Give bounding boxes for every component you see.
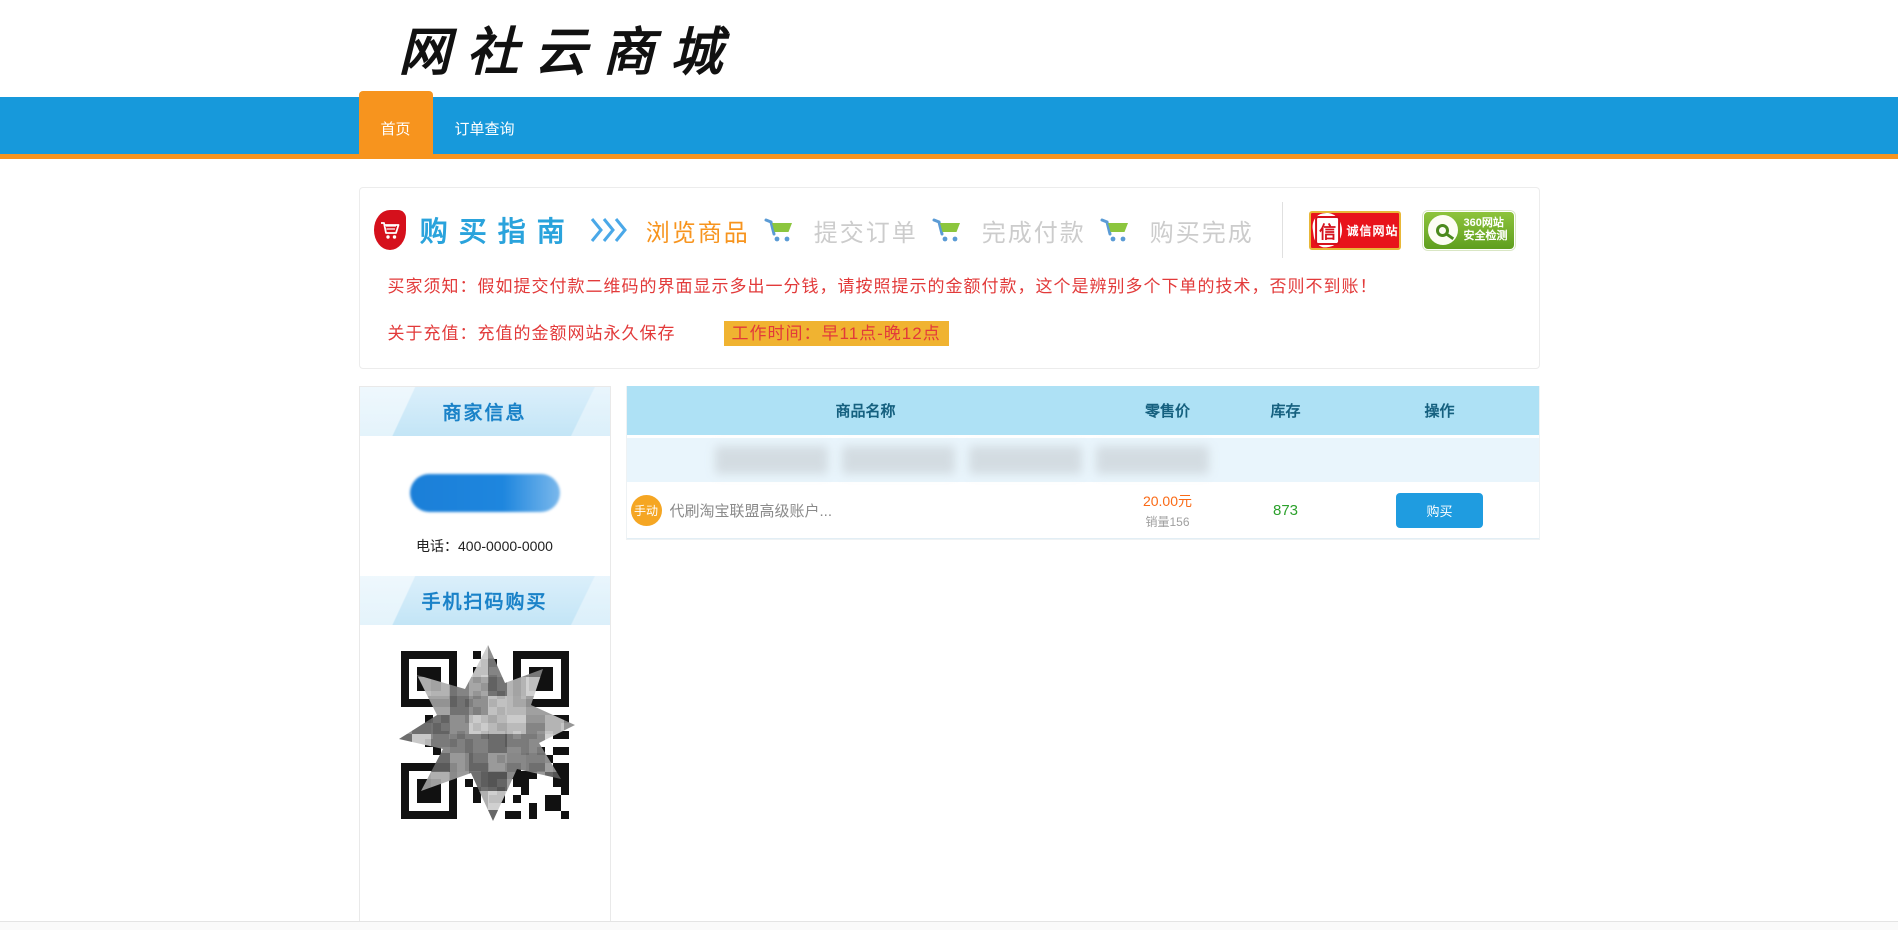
nav-tab-home[interactable]: 首页 <box>358 91 433 159</box>
site-logo: 网社云商城 <box>398 22 739 83</box>
divider <box>1281 202 1283 258</box>
product-sales: 销量156 <box>1145 514 1190 529</box>
chevrons-icon <box>590 217 630 243</box>
header-action: 操作 <box>1424 403 1455 420</box>
nav-tab-order-query[interactable]: 订单查询 <box>433 97 537 159</box>
integrity-icon: 信 <box>1310 212 1344 248</box>
safety-check-badge[interactable]: 360网站 安全检测 <box>1422 210 1515 250</box>
cart-step-icon <box>764 216 798 244</box>
buyer-notice: 买家须知：假如提交付款二维码的界面显示多出一分钱，请按照提示的金额付款，这个是辨… <box>387 277 1378 296</box>
buy-button[interactable]: 购买 <box>1396 492 1483 528</box>
table-row: 手动 代刷淘宝联盟高级账户... 20.00元 销量156 873 购买 <box>626 482 1539 539</box>
work-hours-highlight: 工作时间：早11点-晚12点 <box>723 321 949 346</box>
magnifier-icon <box>1427 215 1458 245</box>
guide-step-complete: 购买完成 <box>1149 219 1254 247</box>
table-header-row: 商品名称 零售价 库存 操作 <box>626 386 1539 435</box>
cart-badge-icon <box>373 210 406 250</box>
contact-qq-button[interactable] <box>409 474 560 512</box>
site-header: 网社云商城 <box>0 0 1898 97</box>
page-footer <box>0 921 1898 930</box>
guide-step-browse: 浏览商品 <box>645 219 750 247</box>
cart-step-icon <box>1100 216 1134 244</box>
header-retail-price: 零售价 <box>1144 403 1190 420</box>
recharge-notice: 关于充值：充值的金额网站永久保存 工作时间：早11点-晚12点 <box>388 319 1515 346</box>
guide-step-submit: 提交订单 <box>813 219 918 247</box>
cart-step-icon <box>932 216 966 244</box>
guide-step-pay: 完成付款 <box>981 219 1086 247</box>
merchant-phone: 电话：400-0000-0000 <box>416 538 553 554</box>
merchant-info-title: 商家信息 <box>359 387 610 436</box>
qr-purchase-title: 手机扫码购买 <box>359 576 610 625</box>
guide-title: 购买指南 <box>419 216 576 247</box>
safety-badge-label: 360网站 安全检测 <box>1463 217 1508 242</box>
product-stock: 873 <box>1272 501 1299 519</box>
merchant-sidebar: 商家信息 电话：400-0000-0000 手机扫码购买 <box>358 386 611 930</box>
product-table: 商品名称 零售价 库存 操作 手动 代刷淘宝联盟高级账户... 20.00元 销… <box>625 386 1540 540</box>
header-product-name: 商品名称 <box>835 403 896 420</box>
qr-code <box>398 645 575 821</box>
manual-badge: 手动 <box>630 494 662 526</box>
main-nav: 首页 订单查询 <box>0 91 1898 159</box>
integrity-site-badge[interactable]: 信 诚信网站 <box>1308 210 1401 250</box>
purchase-guide-card: 购买指南 浏览商品 提交订单 完成付款 购买完成 信 诚信网站 360网站 安全… <box>358 187 1540 369</box>
blurred-notice-row <box>626 438 1539 482</box>
product-price: 20.00元 <box>1142 492 1193 509</box>
header-stock: 库存 <box>1270 403 1301 420</box>
product-name[interactable]: 代刷淘宝联盟高级账户... <box>670 500 833 521</box>
integrity-badge-label: 诚信网站 <box>1346 223 1399 238</box>
